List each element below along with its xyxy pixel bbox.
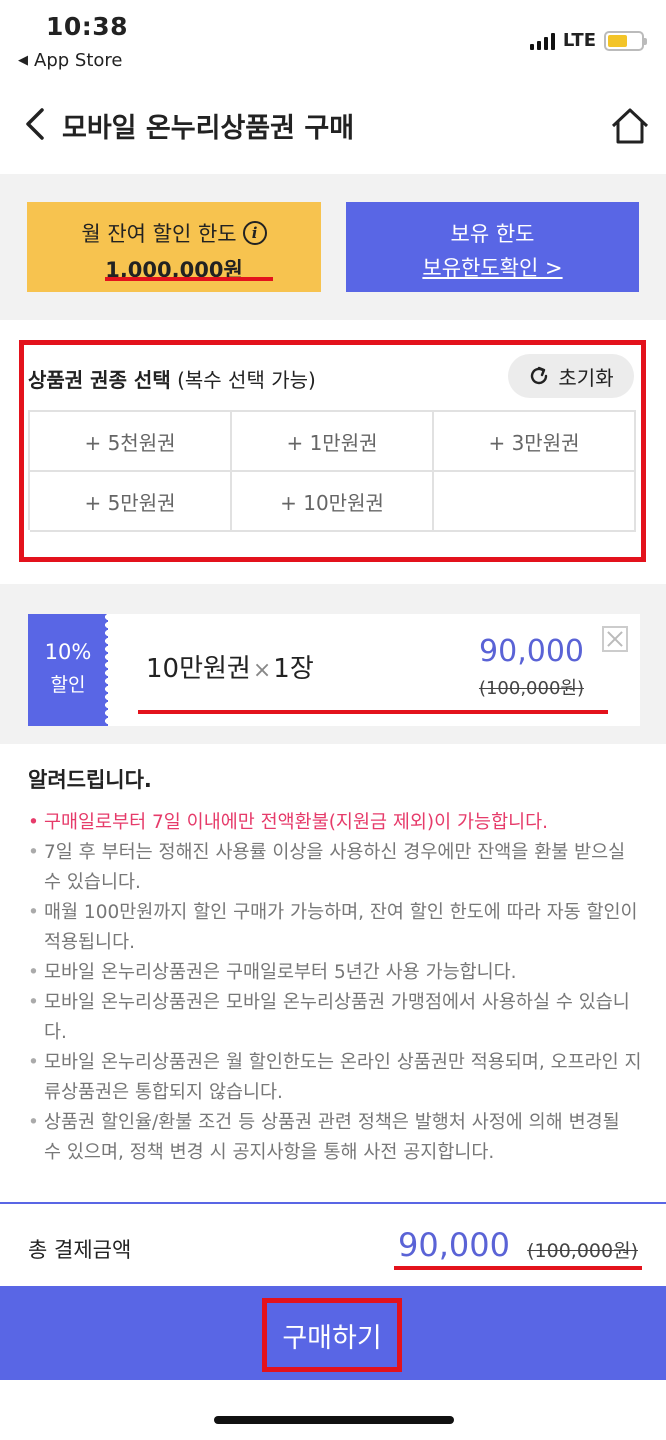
item-denomination: 10만원권	[146, 654, 251, 684]
discount-tag: 10% 할인	[28, 614, 108, 726]
notice-list: 구매일로부터 7일 이내에만 전액환불(지원금 제외)이 가능합니다. 7일 후…	[28, 808, 642, 1168]
selection-title-note: (복수 선택 가능)	[177, 368, 316, 392]
selected-item-name: 10만원권×1장	[146, 648, 314, 685]
total-price: 90,000	[398, 1226, 510, 1264]
notice-section: 알려드립니다. 구매일로부터 7일 이내에만 전액환불(지원금 제외)이 가능합…	[0, 744, 666, 1202]
close-icon[interactable]	[602, 626, 628, 652]
home-icon[interactable]	[610, 106, 650, 146]
refresh-icon	[531, 366, 548, 385]
discount-label: 할인	[50, 674, 86, 696]
back-app-label: App Store	[34, 50, 123, 71]
monthly-limit-title: 월 잔여 할인 한도	[81, 222, 237, 246]
reset-label: 초기화	[558, 365, 614, 390]
option-10만원권[interactable]: + 10만원권	[232, 472, 434, 532]
selection-title-bold: 상품권 권종 선택	[28, 368, 171, 392]
notice-item: 상품권 할인율/환불 조건 등 상품권 관련 정책은 발행처 사정에 의해 변경…	[28, 1108, 642, 1168]
notice-item: 모바일 온누리상품권은 구매일로부터 5년간 사용 가능합니다.	[28, 958, 642, 988]
option-1만원권[interactable]: + 1만원권	[232, 412, 434, 472]
option-empty-cell	[434, 472, 636, 532]
item-original-price: (100,000원)	[478, 678, 584, 699]
total-original-price: (100,000원)	[527, 1240, 638, 1262]
highlight-underline	[138, 710, 608, 714]
times-sign: ×	[252, 658, 272, 683]
discount-percent: 10%	[44, 640, 92, 664]
app-header: 모바일 온누리상품권 구매	[0, 80, 666, 174]
page-title: 모바일 온누리상품권 구매	[62, 113, 355, 144]
selection-title: 상품권 권종 선택 (복수 선택 가능)	[28, 364, 316, 393]
battery-icon	[604, 30, 647, 51]
voucher-option-grid: + 5천원권 + 1만원권 + 3만원권 + 5만원권 + 10만원권	[28, 410, 636, 532]
item-quantity: 1장	[273, 654, 314, 684]
back-triangle-icon: ◀	[18, 53, 28, 68]
notice-item: 모바일 온누리상품권은 모바일 온누리상품권 가맹점에서 사용하실 수 있습니다…	[28, 988, 642, 1048]
signal-icon	[529, 32, 555, 50]
notice-title: 알려드립니다.	[28, 768, 152, 792]
holding-limit-title: 보유 한도	[450, 222, 535, 246]
option-5천원권[interactable]: + 5천원권	[30, 412, 232, 472]
network-type: LTE	[562, 30, 596, 51]
status-bar: 10:38 ◀ App Store LTE	[0, 0, 666, 80]
info-icon[interactable]: i	[242, 221, 267, 245]
holding-limit-check-link[interactable]: 보유한도확인 >	[346, 252, 639, 282]
notice-item: 구매일로부터 7일 이내에만 전액환불(지원금 제외)이 가능합니다.	[28, 808, 642, 838]
back-to-app-store-link[interactable]: ◀ App Store	[18, 50, 122, 71]
total-label: 총 결제금액	[28, 1238, 132, 1262]
home-indicator[interactable]	[214, 1416, 454, 1424]
status-time: 10:38	[46, 12, 129, 41]
highlight-underline	[394, 1266, 642, 1270]
option-5만원권[interactable]: + 5만원권	[30, 472, 232, 532]
notice-item: 매월 100만원까지 할인 구매가 가능하며, 잔여 할인 한도에 따라 자동 …	[28, 898, 642, 958]
selected-items-section: 10% 할인 10만원권×1장 90,000 (100,000원)	[0, 584, 666, 744]
total-payment: 총 결제금액 90,000 (100,000원)	[0, 1202, 666, 1286]
buy-bar[interactable]: 구매하기	[0, 1286, 666, 1380]
notice-item: 7일 후 부터는 정해진 사용률 이상을 사용하신 경우에만 잔액을 환불 받으…	[28, 838, 642, 898]
voucher-type-selection: 상품권 권종 선택 (복수 선택 가능) 초기화 + 5천원권 + 1만원권 +…	[0, 320, 666, 584]
item-price: 90,000	[479, 634, 584, 669]
option-3만원권[interactable]: + 3만원권	[434, 412, 636, 472]
purchase-button[interactable]: 구매하기	[262, 1298, 402, 1372]
notice-item: 모바일 온누리상품권은 월 할인한도는 온라인 상품권만 적용되며, 오프라인 …	[28, 1048, 642, 1108]
status-indicators: LTE	[529, 30, 647, 51]
coupon-notch	[105, 614, 111, 726]
chevron-left-icon[interactable]	[22, 104, 52, 144]
reset-button[interactable]: 초기화	[508, 354, 634, 398]
highlight-underline	[105, 277, 273, 281]
holding-limit-box: 보유 한도 보유한도확인 >	[346, 202, 639, 292]
limits-section: 월 잔여 할인 한도 i 1,000,000원 보유 한도 보유한도확인 >	[0, 174, 666, 320]
